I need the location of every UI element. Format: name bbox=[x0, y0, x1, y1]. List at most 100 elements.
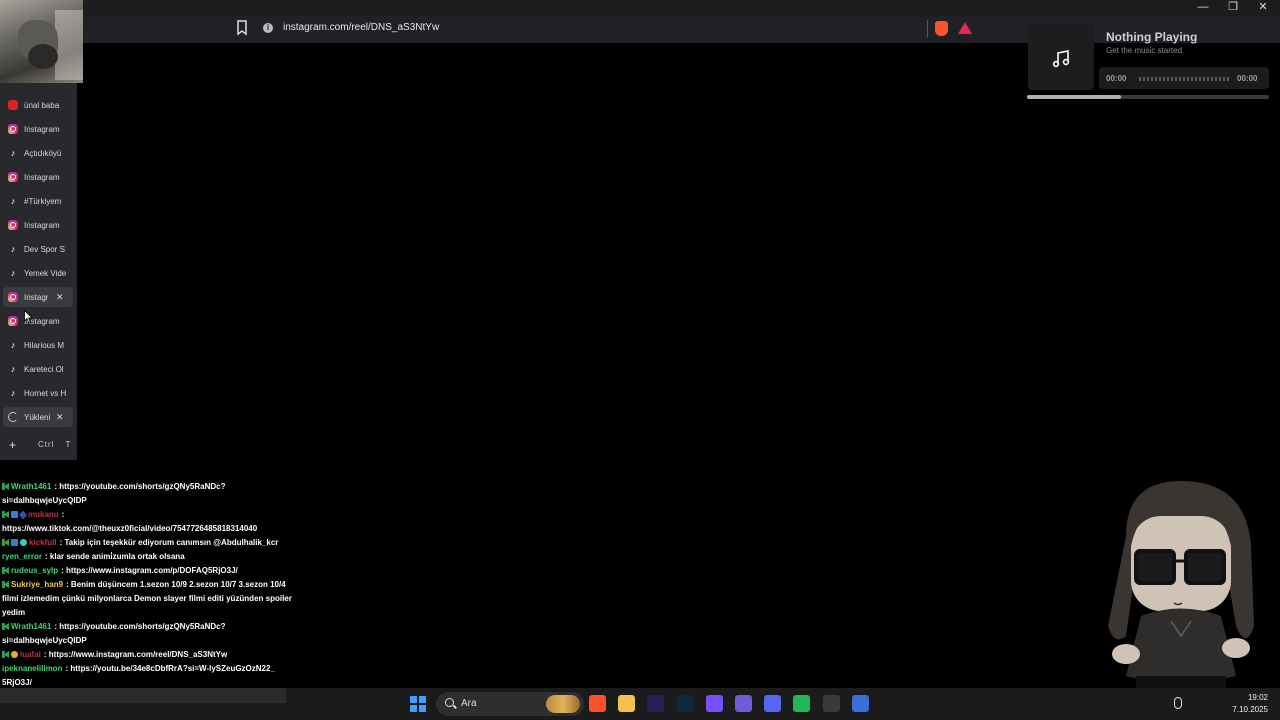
chat-username: Sukriye_han9 bbox=[11, 580, 64, 589]
photoshop-icon[interactable] bbox=[676, 695, 694, 712]
music-progress-bar[interactable] bbox=[1027, 95, 1269, 99]
brave-rewards-icon[interactable] bbox=[958, 22, 972, 34]
steam-icon[interactable] bbox=[822, 695, 840, 712]
tab-label: Dev Spor S bbox=[24, 245, 65, 254]
tab-item[interactable]: ♪ Dev Spor S bbox=[3, 239, 73, 259]
chat-username: mukanu bbox=[28, 510, 59, 519]
microphone-icon[interactable] bbox=[1174, 697, 1182, 709]
address-bar[interactable]: i instagram.com/reel/DNS_aS3NtYw bbox=[230, 18, 980, 40]
chat-username: luafai bbox=[20, 650, 41, 659]
new-tab-button[interactable]: + Ctrl T bbox=[0, 436, 77, 456]
tab-item[interactable]: Instagram bbox=[3, 215, 73, 235]
stream-chat: Wrath1461: https://youtube.com/shorts/gz… bbox=[2, 466, 302, 720]
visual-studio-icon[interactable] bbox=[735, 695, 752, 712]
green-badge-icon bbox=[2, 511, 9, 518]
chat-username: Wrath1461 bbox=[11, 482, 52, 491]
tab-item[interactable]: Yükleni ✕ bbox=[3, 407, 73, 427]
chat-message: luafai: https://www.instagram.com/reel/D… bbox=[2, 648, 302, 662]
tab-item[interactable]: ♪ #Türkiyem bbox=[3, 191, 73, 211]
chat-message: mukanu: https://www.tiktok.com/@theuxz0f… bbox=[2, 508, 302, 536]
obsidian-icon[interactable] bbox=[705, 695, 723, 712]
tab-item[interactable]: Instagr ✕ bbox=[3, 287, 73, 307]
tab-label: Hilarious M bbox=[24, 341, 65, 350]
tiktok-icon: ♪ bbox=[10, 364, 16, 374]
chat-text: : Takip için teşekkür ediyorum canımsın … bbox=[59, 538, 279, 547]
tab-label: Hornet vs H bbox=[24, 389, 66, 398]
tab-label: Kareteci Ol bbox=[24, 365, 64, 374]
discord-icon[interactable] bbox=[764, 695, 782, 712]
chat-username: ryen_error bbox=[2, 552, 43, 561]
windows-start-icon[interactable] bbox=[410, 696, 426, 712]
brave-shields-icon[interactable] bbox=[935, 21, 948, 36]
tab-label: Instagram bbox=[24, 173, 60, 182]
clock-time[interactable]: 19:02 bbox=[1232, 693, 1268, 702]
mouse-cursor-icon bbox=[24, 310, 33, 324]
music-progress-fill bbox=[1027, 95, 1122, 99]
chat-text: 5RjO3J/ bbox=[2, 678, 32, 687]
tab-item[interactable]: Instagram bbox=[3, 167, 73, 187]
tab-item[interactable]: Instagram bbox=[3, 311, 73, 331]
file-explorer-icon[interactable] bbox=[618, 695, 636, 712]
minimize-button[interactable]: — bbox=[1188, 0, 1218, 16]
tab-item[interactable]: ♪ Hornet vs H bbox=[3, 383, 73, 403]
tab-item[interactable]: ♪ Yemek Vide bbox=[3, 263, 73, 283]
music-subtitle: Get the music started bbox=[1106, 46, 1183, 55]
youtube-icon bbox=[8, 100, 18, 110]
album-art bbox=[1028, 24, 1094, 90]
search-highlight-image bbox=[546, 695, 580, 713]
chat-message: Sukriye_han9: Benim düşüncem 1.sezon 10/… bbox=[2, 578, 302, 620]
tiktok-icon: ♪ bbox=[10, 388, 16, 398]
bookmark-icon[interactable] bbox=[236, 20, 248, 36]
webcam-feed bbox=[0, 0, 83, 83]
chat-text: : https://www.instagram.com/p/DOFAQ5RjO3… bbox=[61, 566, 238, 575]
tab-label: Instagram bbox=[24, 221, 60, 230]
clock-date[interactable]: 7.10.2025 bbox=[1222, 705, 1268, 714]
chat-username: Wrath1461 bbox=[11, 622, 52, 631]
chat-text: : https://www.instagram.com/reel/DNS_aS3… bbox=[43, 650, 228, 659]
loading-spinner-icon bbox=[8, 412, 18, 422]
close-tab-icon[interactable]: ✕ bbox=[56, 291, 64, 303]
windows-taskbar: Ara 19:02 7.10.2025 bbox=[0, 688, 1280, 720]
site-info-icon[interactable]: i bbox=[263, 23, 273, 33]
green-badge-icon bbox=[2, 581, 9, 588]
brave-icon[interactable] bbox=[589, 695, 606, 712]
chat-message: kickfull: Takip için teşekkür ediyorum c… bbox=[2, 536, 302, 550]
tab-item[interactable]: Instagram bbox=[3, 119, 73, 139]
maximize-button[interactable]: ❐ bbox=[1218, 0, 1248, 16]
current-time: 00:00 bbox=[1106, 74, 1127, 83]
vertical-tabs-sidebar: ünal baba Instagram ♪ Açtıdıköyü Instagram ♪ #… bbox=[0, 83, 77, 460]
taskbar-search[interactable]: Ara bbox=[436, 692, 584, 716]
search-placeholder: Ara bbox=[461, 698, 477, 709]
chat-message: rudeus_sylp: https://www.instagram.com/p… bbox=[2, 564, 302, 578]
tab-label: ünal baba bbox=[24, 101, 60, 110]
new-tab-shortcut: Ctrl T bbox=[38, 440, 72, 449]
chat-text: : klar sende animi̇zumla ortak olsana bbox=[45, 552, 185, 561]
plus-icon: + bbox=[9, 438, 17, 452]
tab-item[interactable]: ♪ Kareteci Ol bbox=[3, 359, 73, 379]
blue-badge-icon bbox=[11, 511, 18, 518]
spotify-icon[interactable] bbox=[793, 695, 811, 712]
tab-item[interactable]: ♪ Açtıdıköyü bbox=[3, 143, 73, 163]
gold-badge-icon bbox=[11, 651, 18, 658]
tiktok-icon: ♪ bbox=[10, 268, 16, 278]
tab-item[interactable]: ünal baba bbox=[3, 95, 73, 115]
tab-label: #Türkiyem bbox=[24, 197, 62, 206]
tiktok-icon: ♪ bbox=[10, 340, 16, 350]
tab-label: Yemek Vide bbox=[24, 269, 66, 278]
music-widget: Nothing Playing Get the music started 00… bbox=[1026, 22, 1272, 102]
close-window-button[interactable]: ✕ bbox=[1248, 0, 1278, 16]
tab-label: Yükleni bbox=[24, 413, 50, 422]
chat-username: kickfull bbox=[29, 538, 57, 547]
chat-message: Wrath1461: https://youtube.com/shorts/gz… bbox=[2, 480, 302, 508]
url-text[interactable]: instagram.com/reel/DNS_aS3NtYw bbox=[283, 22, 439, 33]
brave-active-icon[interactable] bbox=[851, 695, 869, 712]
end-time: 00:00 bbox=[1237, 74, 1258, 83]
instagram-icon bbox=[8, 172, 18, 182]
chat-text: : https://youtu.be/34e8cDbfRrA?si=W-lySZ… bbox=[65, 664, 275, 673]
tiktok-icon: ♪ bbox=[10, 148, 16, 158]
instagram-icon bbox=[8, 292, 18, 302]
tab-label: Instagram bbox=[24, 125, 60, 134]
close-tab-icon[interactable]: ✕ bbox=[56, 411, 64, 423]
tab-item[interactable]: ♪ Hilarious M bbox=[3, 335, 73, 355]
premiere-pro-icon[interactable] bbox=[647, 695, 665, 712]
